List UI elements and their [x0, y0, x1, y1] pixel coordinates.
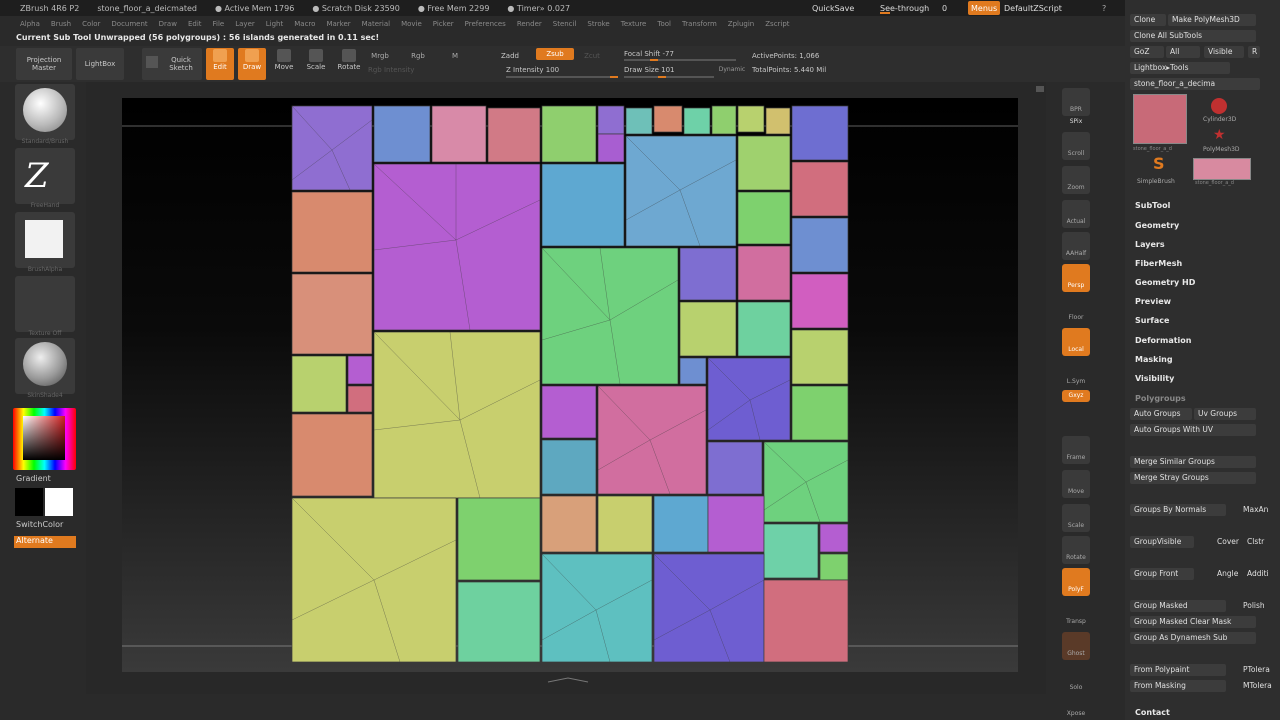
ghost-button[interactable]: Ghost: [1062, 632, 1090, 660]
actual-button[interactable]: Actual: [1062, 200, 1090, 228]
angle-slider[interactable]: Angle: [1213, 568, 1243, 580]
auto-groups-button[interactable]: Auto Groups: [1130, 408, 1192, 420]
tool-palette: Clone Make PolyMesh3D Clone All SubTools…: [1125, 0, 1280, 720]
merge-stray-groups-button[interactable]: Merge Stray Groups: [1130, 472, 1256, 484]
max-angle-slider[interactable]: MaxAn: [1239, 504, 1275, 516]
layers-section[interactable]: Layers: [1135, 240, 1165, 249]
surface-section[interactable]: Surface: [1135, 316, 1169, 325]
gxyz-button[interactable]: Gxyz: [1062, 390, 1090, 402]
frame-button[interactable]: Frame: [1062, 436, 1090, 464]
help-icon[interactable]: ?: [1102, 0, 1122, 16]
tool-thumbnail-stone-floor[interactable]: [1133, 94, 1187, 144]
right-shelf: BPR SPix Scroll Zoom Actual AAHalf Persp…: [1050, 82, 1100, 720]
from-polypaint-button[interactable]: From Polypaint: [1130, 664, 1226, 676]
zbrush-window: ZBrush 4R6 P2 stone_floor_a_deicmated ● …: [0, 0, 1280, 720]
goz-visible-button[interactable]: Visible: [1204, 46, 1244, 58]
polypaint-tolerance-slider[interactable]: PTolera: [1239, 664, 1275, 676]
uv-polygroup-mesh[interactable]: [0, 0, 1046, 694]
merge-similar-groups-button[interactable]: Merge Similar Groups: [1130, 456, 1256, 468]
tool-thumbnail-stone-floor-small[interactable]: [1193, 158, 1251, 180]
polymesh3d-label: PolyMesh3D: [1203, 146, 1240, 153]
group-front-button[interactable]: Group Front: [1130, 568, 1194, 580]
zoom-button[interactable]: Zoom: [1062, 166, 1090, 194]
preview-section[interactable]: Preview: [1135, 297, 1171, 306]
tool-thumb-caption: stone_floor_a_d: [1133, 146, 1172, 152]
masking-section[interactable]: Masking: [1135, 355, 1173, 364]
contact-section[interactable]: Contact: [1135, 708, 1170, 717]
floor-button[interactable]: Floor: [1062, 296, 1090, 324]
scale-view-button[interactable]: Scale: [1062, 504, 1090, 532]
deformation-section[interactable]: Deformation: [1135, 336, 1191, 345]
group-masked-button[interactable]: Group Masked: [1130, 600, 1226, 612]
polyf-button[interactable]: PolyF: [1062, 568, 1090, 596]
polygroups-section[interactable]: Polygroups: [1135, 394, 1186, 403]
geometry-section[interactable]: Geometry: [1135, 221, 1179, 230]
cylinder3d-label: Cylinder3D: [1203, 116, 1237, 123]
transp-button[interactable]: Transp: [1062, 600, 1090, 628]
spix-slider[interactable]: SPix: [1062, 116, 1090, 128]
group-visible-button[interactable]: GroupVisible: [1130, 536, 1194, 548]
group-as-dynamesh-sub-button[interactable]: Group As Dynamesh Sub: [1130, 632, 1256, 644]
visibility-section[interactable]: Visibility: [1135, 374, 1174, 383]
polymesh3d-icon[interactable]: ★: [1213, 128, 1226, 142]
aahalf-button[interactable]: AAHalf: [1062, 232, 1090, 260]
clone-button[interactable]: Clone: [1130, 14, 1166, 26]
simplebrush-label: SimpleBrush: [1137, 178, 1175, 185]
current-tool-name[interactable]: stone_floor_a_decima: [1130, 78, 1260, 90]
uv-groups-button[interactable]: Uv Groups: [1194, 408, 1256, 420]
rotate-view-button[interactable]: Rotate: [1062, 536, 1090, 564]
lsym-button[interactable]: L.Sym: [1062, 360, 1090, 388]
bpr-button[interactable]: BPR: [1062, 88, 1090, 116]
tool-thumb-caption-small: stone_floor_a_d: [1195, 180, 1234, 186]
from-masking-button[interactable]: From Masking: [1130, 680, 1226, 692]
scroll-button[interactable]: Scroll: [1062, 132, 1090, 160]
goz-button[interactable]: GoZ: [1130, 46, 1164, 58]
goz-all-button[interactable]: All: [1166, 46, 1200, 58]
lightbox-tools-button[interactable]: Lightbox▸Tools: [1130, 62, 1230, 74]
auto-groups-with-uv-button[interactable]: Auto Groups With UV: [1130, 424, 1256, 436]
xpose-button[interactable]: Xpose: [1062, 692, 1090, 720]
group-masked-clear-mask-button[interactable]: Group Masked Clear Mask: [1130, 616, 1256, 628]
make-polymesh3d-button[interactable]: Make PolyMesh3D: [1168, 14, 1256, 26]
move-view-button[interactable]: Move: [1062, 470, 1090, 498]
geometry-hd-section[interactable]: Geometry HD: [1135, 278, 1195, 287]
local-button[interactable]: Local: [1062, 328, 1090, 356]
polish-slider[interactable]: Polish: [1239, 600, 1275, 612]
goz-r-button[interactable]: R: [1248, 46, 1260, 58]
clone-all-subtools-button[interactable]: Clone All SubTools: [1130, 30, 1256, 42]
cluster-slider[interactable]: Clstr: [1243, 536, 1273, 548]
persp-button[interactable]: Persp: [1062, 264, 1090, 292]
cylinder3d-icon[interactable]: [1211, 98, 1227, 114]
solo-button[interactable]: Solo: [1062, 666, 1090, 694]
coverage-slider[interactable]: Cover: [1213, 536, 1243, 548]
viewport-scroll-indicator[interactable]: [1036, 86, 1044, 92]
mask-tolerance-slider[interactable]: MTolera: [1239, 680, 1275, 692]
groups-by-normals-button[interactable]: Groups By Normals: [1130, 504, 1226, 516]
simplebrush-icon[interactable]: S: [1153, 156, 1165, 172]
subtool-section[interactable]: SubTool: [1135, 201, 1170, 210]
fibermesh-section[interactable]: FiberMesh: [1135, 259, 1182, 268]
additive-slider[interactable]: Additi: [1243, 568, 1275, 580]
